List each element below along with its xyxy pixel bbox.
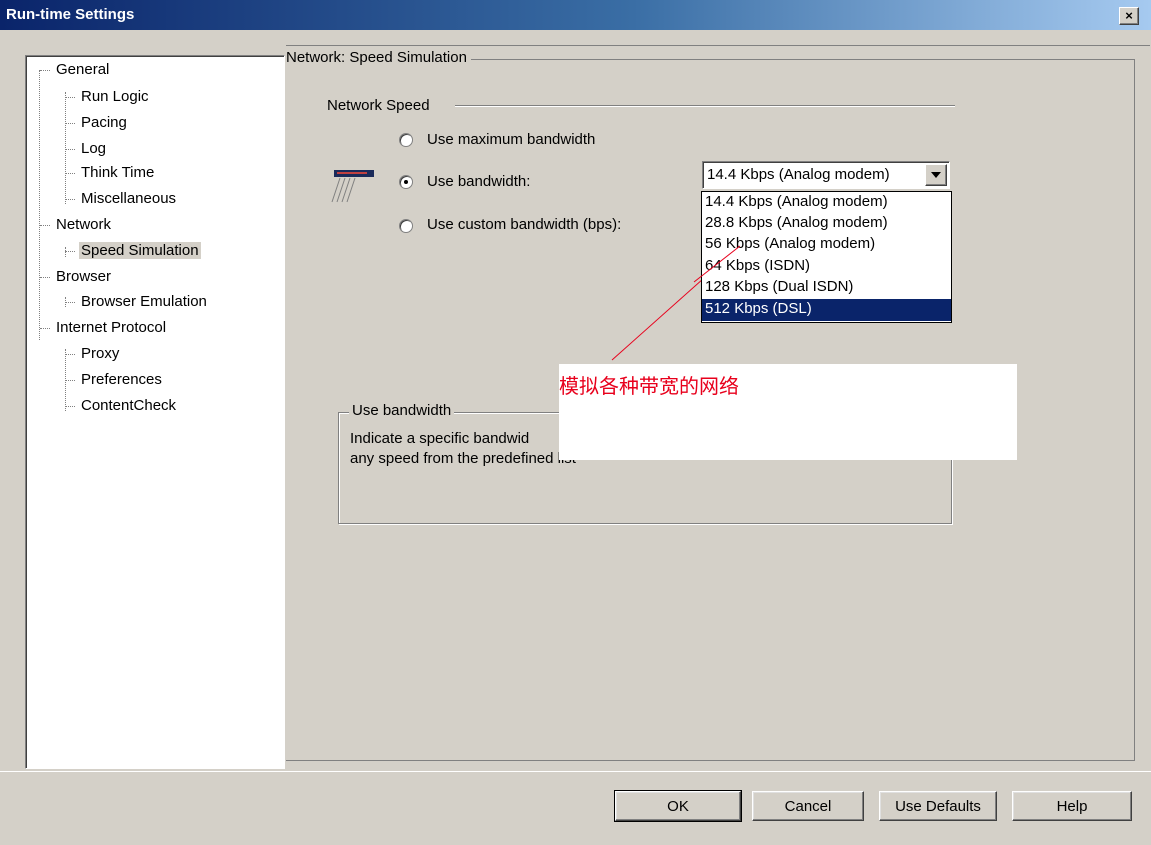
tree-item-think-time[interactable]: Think Time — [65, 164, 154, 181]
tree-item-log[interactable]: Log — [65, 140, 106, 157]
bandwidth-option[interactable]: 56 Kbps (Analog modem) — [702, 234, 951, 256]
tree-item-proxy[interactable]: Proxy — [65, 345, 119, 362]
radio-custom-bandwidth-label[interactable]: Use custom bandwidth (bps): — [427, 216, 621, 233]
tree-item-general[interactable]: General — [40, 61, 109, 78]
tree-item-miscellaneous[interactable]: Miscellaneous — [65, 190, 176, 207]
settings-tree[interactable]: General Run Logic Pacing Log Think Time … — [25, 55, 285, 769]
annotation-box: 模拟各种带宽的网络 — [559, 364, 1017, 460]
bandwidth-option-highlighted[interactable]: 512 Kbps (DSL) — [702, 299, 951, 321]
description-line-1: Indicate a specific bandwid — [350, 430, 530, 447]
window-title: Run-time Settings — [6, 6, 135, 23]
groupbox-title: Use bandwidth — [349, 402, 455, 419]
tree-item-preferences[interactable]: Preferences — [65, 371, 162, 388]
chevron-down-icon[interactable] — [925, 164, 947, 186]
close-icon: × — [1125, 8, 1133, 23]
network-card-icon — [331, 170, 374, 203]
tree-item-pacing[interactable]: Pacing — [65, 114, 127, 131]
tree-item-contentcheck[interactable]: ContentCheck — [65, 397, 176, 414]
bandwidth-option[interactable]: 64 Kbps (ISDN) — [702, 256, 951, 278]
panel-header: Network: Speed Simulation — [286, 49, 471, 66]
tree-line — [65, 247, 66, 257]
radio-custom-bandwidth[interactable] — [399, 219, 413, 233]
tree-item-browser[interactable]: Browser — [40, 268, 111, 285]
use-defaults-button[interactable]: Use Defaults — [879, 791, 997, 821]
description-line-2: any speed from the predefined list — [350, 450, 576, 467]
footer-divider — [0, 771, 1151, 772]
tree-line — [65, 92, 66, 204]
ok-button[interactable]: OK — [614, 790, 742, 822]
section-network-speed: Network Speed — [327, 97, 430, 114]
bandwidth-option[interactable]: 128 Kbps (Dual ISDN) — [702, 277, 951, 299]
radio-max-bandwidth[interactable] — [399, 133, 413, 147]
tree-item-speed-simulation[interactable]: Speed Simulation — [65, 242, 201, 259]
radio-use-bandwidth-label[interactable]: Use bandwidth: — [427, 173, 530, 190]
tree-item-browser-emulation[interactable]: Browser Emulation — [65, 293, 207, 310]
bandwidth-options-list[interactable]: 14.4 Kbps (Analog modem) 28.8 Kbps (Anal… — [701, 191, 952, 323]
tree-item-network[interactable]: Network — [40, 216, 111, 233]
bandwidth-option[interactable]: 28.8 Kbps (Analog modem) — [702, 213, 951, 235]
tree-line — [39, 70, 40, 340]
bandwidth-select-value: 14.4 Kbps (Analog modem) — [707, 166, 890, 183]
radio-max-bandwidth-label[interactable]: Use maximum bandwidth — [427, 131, 595, 148]
title-bar: Run-time Settings × — [0, 0, 1151, 30]
bandwidth-option[interactable]: 14.4 Kbps (Analog modem) — [702, 192, 951, 214]
annotation-text: 模拟各种带宽的网络 — [559, 376, 739, 398]
tree-item-internet-protocol[interactable]: Internet Protocol — [40, 319, 166, 336]
section-divider — [455, 105, 955, 107]
cancel-button[interactable]: Cancel — [752, 791, 864, 821]
bandwidth-select[interactable]: 14.4 Kbps (Analog modem) — [702, 161, 950, 189]
help-button[interactable]: Help — [1012, 791, 1132, 821]
tree-item-run-logic[interactable]: Run Logic — [65, 88, 149, 105]
close-button[interactable]: × — [1119, 7, 1139, 25]
radio-use-bandwidth[interactable] — [399, 175, 413, 189]
